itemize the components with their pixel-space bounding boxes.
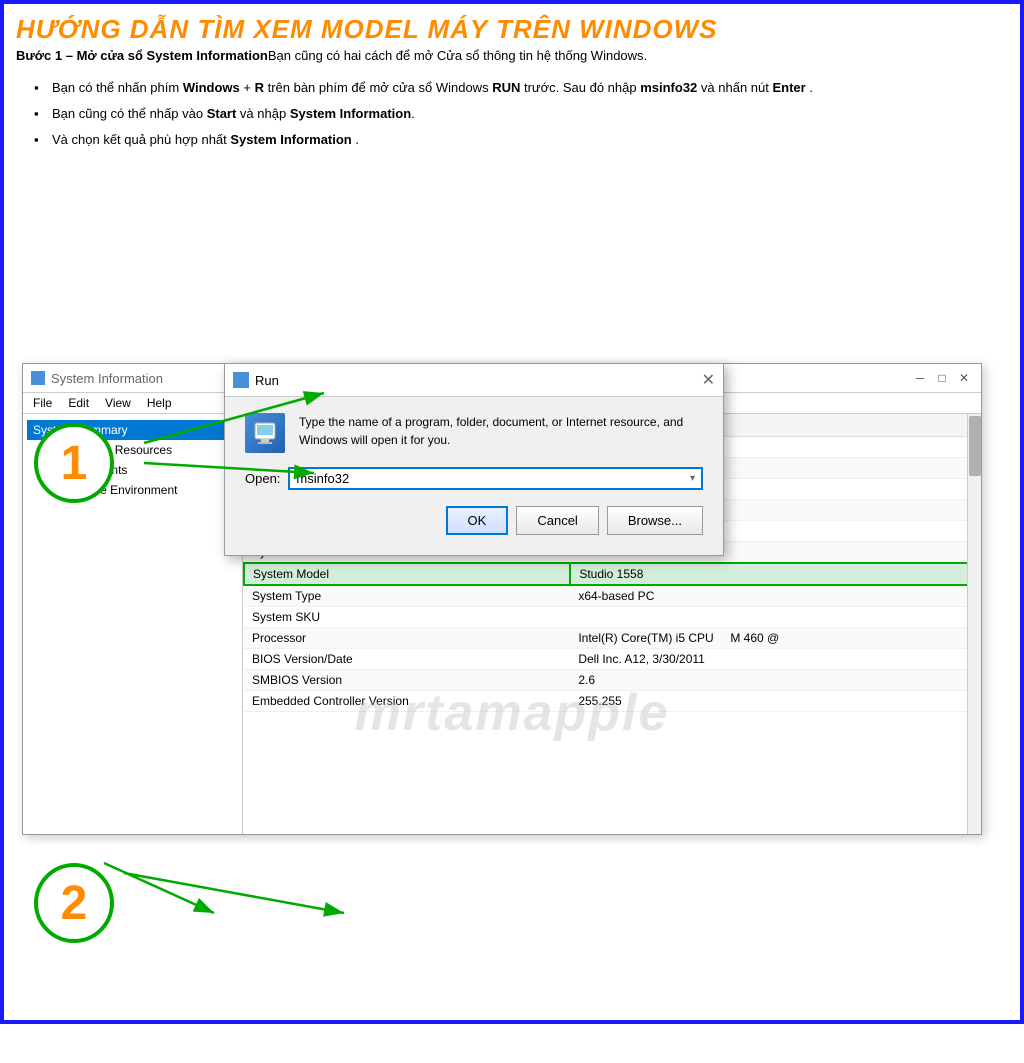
table-row-highlighted: System Model Studio 1558 <box>244 563 980 585</box>
row-value: Intel(R) Core(TM) i5 CPU M 460 @ <box>570 628 980 649</box>
run-title-icon <box>233 372 249 388</box>
sysinfo-close-button[interactable]: ✕ <box>955 369 973 387</box>
step-2-circle: 2 <box>34 863 114 943</box>
run-dialog-titlebar: Run ✕ <box>225 364 723 397</box>
run-input-wrapper[interactable]: ▾ <box>288 467 703 490</box>
row-value <box>570 607 980 628</box>
run-buttons: OK Cancel Browse... <box>245 506 703 535</box>
run-dialog: Run ✕ Type the name of a program, folder… <box>224 363 724 556</box>
table-row: Embedded Controller Version 255.255 <box>244 691 980 712</box>
run-browse-button[interactable]: Browse... <box>607 506 703 535</box>
table-row: System Type x64-based PC <box>244 585 980 607</box>
row-value: 255.255 <box>570 691 980 712</box>
menu-help[interactable]: Help <box>147 396 172 410</box>
instruction-item-2: Bạn cũng có thể nhấp vào Start và nhập S… <box>34 103 1000 125</box>
sysinfo-window-buttons: ─ □ ✕ <box>911 369 973 387</box>
row-value-system-model: Studio 1558 <box>570 563 980 585</box>
row-value: 2.6 <box>570 670 980 691</box>
row-item: System SKU <box>244 607 570 628</box>
subtitle-rest: Bạn cũng có hai cách để mở Cửa sổ thông … <box>268 48 647 63</box>
row-value: x64-based PC <box>570 585 980 607</box>
screenshots-area: Run ✕ Type the name of a program, folder… <box>4 363 1020 1063</box>
row-value: Dell Inc. A12, 3/30/2011 <box>570 649 980 670</box>
page-title: HƯỚNG DẪN TÌM XEM MODEL MÁY TRÊN WINDOWS <box>16 14 1008 45</box>
run-open-label: Open: <box>245 471 280 486</box>
run-dialog-body: Type the name of a program, folder, docu… <box>225 397 723 555</box>
run-cancel-button[interactable]: Cancel <box>516 506 598 535</box>
step-2-number: 2 <box>61 876 88 931</box>
sysinfo-title-icon <box>31 371 45 385</box>
run-dialog-big-icon <box>245 413 285 453</box>
run-input-field[interactable] <box>296 471 690 486</box>
row-item: System Type <box>244 585 570 607</box>
instructions-section: Bạn có thể nhấn phím Windows + R trên bà… <box>4 69 1020 163</box>
menu-file[interactable]: File <box>33 396 52 410</box>
header: HƯỚNG DẪN TÌM XEM MODEL MÁY TRÊN WINDOWS… <box>4 4 1020 69</box>
instructions-list: Bạn có thể nhấn phím Windows + R trên bà… <box>24 77 1000 151</box>
table-row: Processor Intel(R) Core(TM) i5 CPU M 460… <box>244 628 980 649</box>
table-row: System SKU <box>244 607 980 628</box>
sysinfo-scrollbar[interactable] <box>967 414 981 834</box>
instruction-item-3: Và chọn kết quả phù hợp nhất System Info… <box>34 129 1000 151</box>
run-dialog-close-button[interactable]: ✕ <box>702 370 715 390</box>
menu-view[interactable]: View <box>105 396 131 410</box>
run-open-row: Open: ▾ <box>245 467 703 490</box>
row-item: SMBIOS Version <box>244 670 570 691</box>
run-dialog-description: Type the name of a program, folder, docu… <box>245 413 703 453</box>
subtitle-bold: Bước 1 – Mở cửa sổ System Information <box>16 48 268 63</box>
instruction-item-1: Bạn có thể nhấn phím Windows + R trên bà… <box>34 77 1000 99</box>
sysinfo-minimize-button[interactable]: ─ <box>911 369 929 387</box>
sysinfo-scrollbar-thumb <box>969 416 981 476</box>
menu-edit[interactable]: Edit <box>68 396 89 410</box>
row-item: Embedded Controller Version <box>244 691 570 712</box>
run-ok-button[interactable]: OK <box>446 506 509 535</box>
table-row: SMBIOS Version 2.6 <box>244 670 980 691</box>
row-item: Processor <box>244 628 570 649</box>
header-subtitle: Bước 1 – Mở cửa sổ System InformationBạn… <box>16 47 1008 65</box>
step-1-circle: 1 <box>34 423 114 503</box>
run-dialog-text: Type the name of a program, folder, docu… <box>299 413 703 449</box>
run-dropdown-arrow-icon[interactable]: ▾ <box>690 473 695 484</box>
run-icon-svg <box>251 419 279 447</box>
row-item-system-model: System Model <box>244 563 570 585</box>
table-row: BIOS Version/Date Dell Inc. A12, 3/30/20… <box>244 649 980 670</box>
step-1-number: 1 <box>61 436 88 491</box>
sysinfo-window-title: System Information <box>51 371 163 386</box>
sysinfo-titlebar-left: System Information <box>31 371 163 386</box>
run-dialog-title-text: Run <box>255 373 279 388</box>
sysinfo-restore-button[interactable]: □ <box>933 369 951 387</box>
run-dialog-title-left: Run <box>233 372 279 388</box>
row-item: BIOS Version/Date <box>244 649 570 670</box>
